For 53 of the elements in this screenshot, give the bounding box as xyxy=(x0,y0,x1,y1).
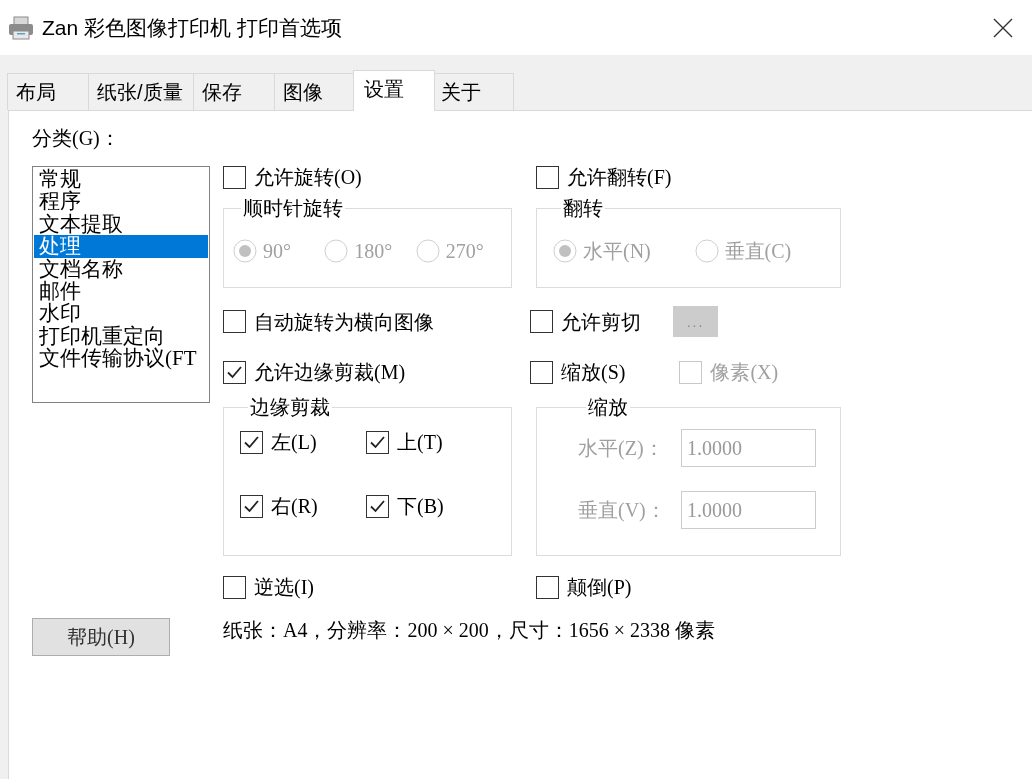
list-item[interactable]: 文件传输协议(FT xyxy=(34,347,208,370)
list-item[interactable]: 文档名称 xyxy=(34,257,208,280)
info-text: 纸张：A4，分辨率：200 × 200，尺寸：1656 × 2338 像素 xyxy=(223,620,716,640)
list-item[interactable]: 处理 xyxy=(34,235,208,258)
checkbox[interactable] xyxy=(240,430,263,454)
printer-icon xyxy=(8,15,34,40)
checkbox[interactable] xyxy=(530,360,553,384)
checkbox-label: 逆选(I) xyxy=(254,575,314,599)
field-label: 垂直(V)： xyxy=(578,498,667,522)
group-title: 翻转 xyxy=(562,198,604,218)
checkbox-label: 左(L) xyxy=(271,430,317,454)
checkbox-label: 颠倒(P) xyxy=(567,575,632,599)
radio-label: 90° xyxy=(263,239,291,263)
list-item[interactable]: 邮件 xyxy=(34,279,208,303)
checkbox-label: 上(T) xyxy=(397,430,443,454)
list-item[interactable]: 打印机重定向 xyxy=(34,324,208,348)
checkbox[interactable] xyxy=(366,494,389,518)
checkbox[interactable] xyxy=(223,165,246,189)
checkbox[interactable] xyxy=(536,575,559,599)
list-item[interactable]: 程序 xyxy=(34,190,208,213)
checkbox-label: 下(B) xyxy=(397,494,444,518)
list-item[interactable]: 文本提取 xyxy=(34,212,208,236)
checkbox-label: 缩放(S) xyxy=(561,360,626,384)
checkbox[interactable] xyxy=(223,575,246,599)
tab[interactable]: 布局 xyxy=(7,73,89,110)
checkbox[interactable] xyxy=(223,310,246,333)
field-label: 水平(Z)： xyxy=(578,436,665,460)
checkbox-label: 允许翻转(F) xyxy=(567,165,672,189)
close-icon[interactable] xyxy=(993,17,1013,38)
checkbox[interactable] xyxy=(536,165,559,189)
checkbox[interactable] xyxy=(240,494,263,518)
checkbox-label: 允许剪切 xyxy=(561,309,641,334)
radio-label: 270° xyxy=(445,239,484,263)
radio-label: 垂直(C) xyxy=(724,239,792,263)
checkbox[interactable] xyxy=(223,360,246,384)
window-title: Zan 彩色图像打印机 打印首选项 xyxy=(42,14,342,41)
radio-label: 180° xyxy=(354,239,393,263)
checkbox-label: 自动旋转为横向图像 xyxy=(254,309,434,334)
list-item[interactable]: 水印 xyxy=(34,302,208,325)
checkbox[interactable] xyxy=(366,430,389,454)
checkbox-label: 右(R) xyxy=(271,494,318,518)
group-title: 顺时针旋转 xyxy=(242,198,344,218)
list-item[interactable]: 常规 xyxy=(34,168,208,191)
help-button[interactable]: 帮助(H) xyxy=(32,618,170,656)
group-title: 缩放 xyxy=(587,397,629,417)
radio-label: 水平(N) xyxy=(583,239,651,263)
checkbox-label: 允许边缘剪裁(M) xyxy=(254,360,406,384)
group-title: 边缘剪裁 xyxy=(249,397,331,417)
checkbox-label: 允许旋转(O) xyxy=(254,165,362,189)
checkbox[interactable] xyxy=(530,310,553,333)
tab[interactable]: 设置 xyxy=(352,70,435,111)
checkbox-label: 像素(X) xyxy=(710,360,779,384)
category-label: 分类(G)： xyxy=(32,128,120,148)
